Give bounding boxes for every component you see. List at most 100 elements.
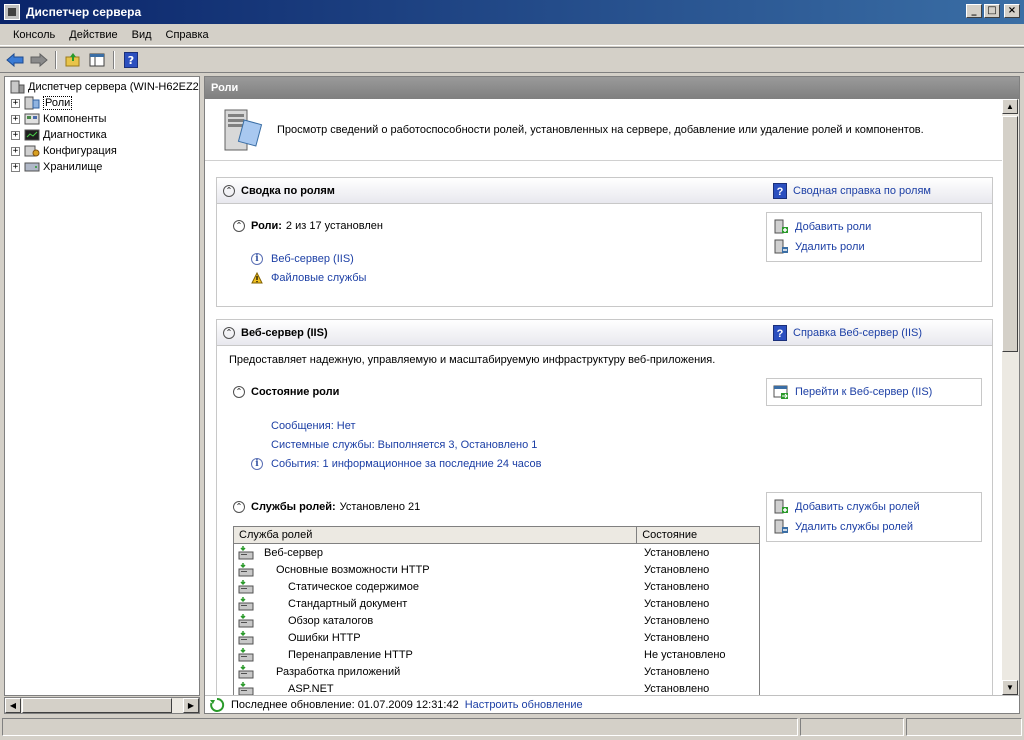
status-panel-2 bbox=[800, 718, 904, 736]
up-folder-button[interactable] bbox=[62, 50, 84, 70]
role-services-subheader[interactable]: ⌃ Службы ролей: Установлено 21 bbox=[233, 501, 420, 513]
status-panel-3 bbox=[906, 718, 1022, 736]
table-row[interactable]: Ошибки HTTP Установлено bbox=[234, 629, 759, 646]
collapse-icon[interactable]: ⌃ bbox=[233, 220, 245, 232]
remove-role-services-action[interactable]: Удалить службы ролей bbox=[767, 517, 981, 537]
scroll-left-icon[interactable]: ◀ bbox=[5, 698, 21, 713]
expand-icon[interactable]: + bbox=[11, 114, 20, 124]
description-text: Предоставляет надежную, управляемую и ма… bbox=[229, 354, 716, 366]
scroll-up-icon[interactable]: ▲ bbox=[1002, 99, 1018, 114]
tree-horizontal-scrollbar[interactable]: ◀ ▶ bbox=[4, 697, 200, 714]
close-button[interactable]: × bbox=[1004, 4, 1020, 18]
events-link[interactable]: События: 1 информационное за последние 2… bbox=[271, 458, 542, 470]
menu-view[interactable]: Вид bbox=[125, 27, 159, 43]
table-header: Служба ролей Состояние bbox=[234, 527, 759, 544]
pane-vertical-scrollbar[interactable]: ▲ ▼ bbox=[1002, 99, 1019, 695]
add-role-services-link[interactable]: Добавить службы ролей bbox=[795, 501, 920, 513]
table-row[interactable]: ASP.NET Установлено bbox=[234, 680, 759, 695]
role-link-iis[interactable]: Веб-сервер (IIS) bbox=[271, 253, 354, 265]
roles-summary-help-link[interactable]: ? Сводная справка по ролям bbox=[773, 183, 931, 199]
back-button[interactable] bbox=[4, 50, 26, 70]
remove-services-icon bbox=[774, 519, 788, 534]
details-pane: Роли Просмотр сведений о работоспособнос… bbox=[204, 76, 1020, 714]
help-button[interactable]: ? bbox=[120, 50, 142, 70]
folder-up-icon bbox=[65, 53, 80, 67]
scroll-down-icon[interactable]: ▼ bbox=[1002, 680, 1018, 695]
tree-item-configuration[interactable]: + Конфигурация bbox=[5, 143, 199, 159]
configuration-icon bbox=[24, 145, 40, 157]
service-name: Основные возможности HTTP bbox=[276, 563, 430, 576]
warning-icon bbox=[251, 272, 263, 284]
column-header-state[interactable]: Состояние bbox=[637, 527, 759, 543]
collapse-icon[interactable]: ⌃ bbox=[223, 326, 235, 339]
minimize-button[interactable]: _ bbox=[966, 4, 982, 18]
goto-iis-action[interactable]: Перейти к Веб-сервер (IIS) bbox=[767, 382, 981, 402]
table-row[interactable]: Веб-сервер Установлено bbox=[234, 544, 759, 561]
scroll-right-icon[interactable]: ▶ bbox=[183, 698, 199, 713]
intro-banner: Просмотр сведений о работоспособности ро… bbox=[205, 99, 1003, 161]
expand-icon[interactable]: + bbox=[11, 130, 20, 140]
menu-help[interactable]: Справка bbox=[159, 27, 216, 43]
collapse-icon[interactable]: ⌃ bbox=[233, 386, 245, 398]
configure-refresh-link[interactable]: Настроить обновление bbox=[465, 699, 583, 711]
add-roles-link[interactable]: Добавить роли bbox=[795, 221, 871, 233]
help-link-text[interactable]: Сводная справка по ролям bbox=[793, 185, 931, 197]
expand-icon[interactable]: + bbox=[11, 162, 20, 172]
roles-actions: Добавить роли Удалить роли bbox=[766, 212, 982, 262]
remove-roles-link[interactable]: Удалить роли bbox=[795, 241, 865, 253]
tree-item-roles[interactable]: + Роли bbox=[5, 95, 199, 111]
forward-button[interactable] bbox=[28, 50, 50, 70]
web-server-help-link[interactable]: ? Справка Веб-сервер (IIS) bbox=[773, 325, 922, 341]
add-roles-action[interactable]: Добавить роли bbox=[767, 217, 981, 237]
refresh-icon[interactable] bbox=[209, 697, 225, 713]
tree-item-storage[interactable]: + Хранилище bbox=[5, 159, 199, 175]
scroll-thumb[interactable] bbox=[1002, 116, 1018, 352]
tree-item-diagnostics[interactable]: + Диагностика bbox=[5, 127, 199, 143]
show-hide-tree-button[interactable] bbox=[86, 50, 108, 70]
pane-title: Роли bbox=[205, 77, 1019, 99]
table-row[interactable]: Разработка приложений Установлено bbox=[234, 663, 759, 680]
table-row[interactable]: Стандартный документ Установлено bbox=[234, 595, 759, 612]
system-services-link[interactable]: Системные службы: Выполняется 3, Останов… bbox=[271, 439, 537, 451]
pane-content: Просмотр сведений о работоспособности ро… bbox=[205, 99, 1003, 695]
service-name-cell: Ошибки HTTP bbox=[234, 630, 638, 645]
table-row[interactable]: Обзор каталогов Установлено bbox=[234, 612, 759, 629]
remove-roles-action[interactable]: Удалить роли bbox=[767, 237, 981, 257]
status-panel-main bbox=[2, 718, 798, 736]
roles-summary-header[interactable]: ⌃ Сводка по ролям ? Сводная справка по р… bbox=[217, 178, 992, 204]
expand-icon[interactable]: + bbox=[11, 146, 20, 156]
messages-link[interactable]: Сообщения: Нет bbox=[271, 420, 356, 432]
menu-action[interactable]: Действие bbox=[62, 27, 124, 43]
web-server-header[interactable]: ⌃ Веб-сервер (IIS) ? Справка Веб-сервер … bbox=[217, 320, 992, 346]
tree-root-server-manager[interactable]: Диспетчер сервера (WIN-H62EZ2 bbox=[5, 79, 199, 95]
installed-service-icon bbox=[238, 630, 254, 644]
service-name-cell: Стандартный документ bbox=[234, 596, 638, 611]
installed-service-icon bbox=[238, 681, 254, 695]
expand-icon[interactable]: + bbox=[11, 98, 20, 108]
table-row[interactable]: Основные возможности HTTP Установлено bbox=[234, 561, 759, 578]
menu-bar: Консоль Действие Вид Справка bbox=[0, 24, 1024, 46]
role-link-file-services[interactable]: Файловые службы bbox=[271, 272, 366, 284]
collapse-icon[interactable]: ⌃ bbox=[223, 184, 235, 197]
help-link-text[interactable]: Справка Веб-сервер (IIS) bbox=[793, 327, 922, 339]
table-row[interactable]: Перенаправление HTTP Не установлено bbox=[234, 646, 759, 663]
maximize-button[interactable]: □ bbox=[984, 4, 1000, 18]
scroll-thumb[interactable] bbox=[22, 698, 172, 713]
help-icon: ? bbox=[124, 52, 138, 68]
window-status-bar bbox=[0, 716, 1024, 738]
collapse-icon[interactable]: ⌃ bbox=[233, 501, 245, 513]
role-status-subheader[interactable]: ⌃ Состояние роли bbox=[233, 386, 339, 398]
service-name: Ошибки HTTP bbox=[288, 631, 361, 644]
menu-console[interactable]: Консоль bbox=[6, 27, 62, 43]
column-header-service[interactable]: Служба ролей bbox=[234, 527, 638, 543]
status-messages: Сообщения: Нет bbox=[271, 420, 356, 432]
service-name-cell: Обзор каталогов bbox=[234, 613, 638, 628]
tree-item-features[interactable]: + Компоненты bbox=[5, 111, 199, 127]
service-name: Обзор каталогов bbox=[288, 614, 374, 627]
info-icon: i bbox=[251, 458, 263, 470]
remove-role-services-link[interactable]: Удалить службы ролей bbox=[795, 521, 913, 533]
goto-iis-link[interactable]: Перейти к Веб-сервер (IIS) bbox=[795, 386, 932, 398]
table-row[interactable]: Статическое содержимое Установлено bbox=[234, 578, 759, 595]
add-role-services-action[interactable]: Добавить службы ролей bbox=[767, 497, 981, 517]
service-name: Перенаправление HTTP bbox=[288, 648, 413, 661]
